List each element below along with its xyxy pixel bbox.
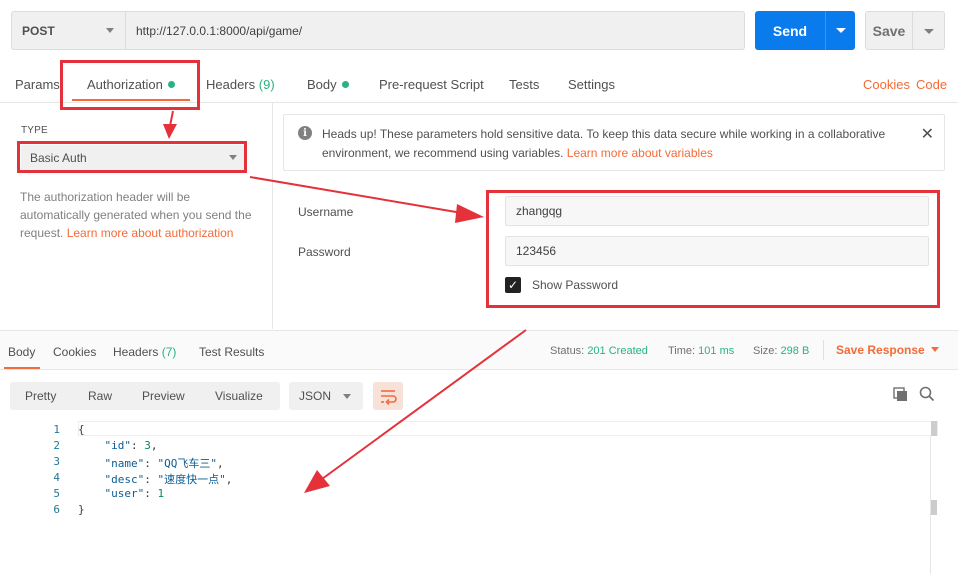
json-value: 1 bbox=[157, 487, 165, 500]
method-select[interactable]: POST bbox=[11, 11, 126, 50]
code-line: "desc": "速度快一点", bbox=[104, 473, 233, 486]
time-label: Time: bbox=[668, 345, 696, 357]
tab-params[interactable]: Params bbox=[15, 77, 60, 92]
annotation-arrow-head bbox=[455, 204, 484, 223]
save-button[interactable]: Save bbox=[865, 11, 913, 50]
copy-icon[interactable] bbox=[893, 387, 909, 403]
wrap-lines-button[interactable] bbox=[373, 382, 403, 410]
tab-tests[interactable]: Tests bbox=[509, 77, 539, 92]
json-key: "id" bbox=[104, 439, 132, 452]
code-line: "name": "QQ飞车三", bbox=[104, 457, 224, 470]
annotation-box-authorization bbox=[60, 60, 200, 110]
learn-more-variables-link[interactable]: Learn more about variables bbox=[567, 146, 713, 160]
save-response-label: Save Response bbox=[836, 343, 925, 357]
tab-body-label: Body bbox=[307, 77, 337, 92]
annotation-arrow-head bbox=[163, 124, 177, 139]
line-number: 2 bbox=[53, 439, 60, 452]
size-value: 298 B bbox=[780, 345, 810, 357]
line-number: 6 bbox=[53, 503, 60, 516]
tab-pre-request-script[interactable]: Pre-request Script bbox=[379, 77, 484, 92]
preview-button[interactable]: Preview bbox=[142, 389, 185, 403]
pretty-button[interactable]: Pretty bbox=[25, 389, 56, 403]
code-line: "user": 1 bbox=[104, 487, 165, 500]
format-select[interactable]: JSON bbox=[289, 382, 363, 410]
method-value: POST bbox=[22, 23, 55, 38]
sensitive-data-notice: i Heads up! These parameters hold sensit… bbox=[283, 114, 945, 171]
save-response-button[interactable]: Save Response bbox=[836, 343, 939, 357]
headers-count: (9) bbox=[258, 77, 275, 92]
time-value: 101 ms bbox=[698, 345, 735, 357]
active-dot-icon bbox=[341, 81, 349, 88]
json-key: "name" bbox=[104, 457, 145, 470]
annotation-box-auth-type bbox=[17, 141, 247, 173]
json-value: 3 bbox=[144, 439, 151, 452]
url-input[interactable]: http://127.0.0.1:8000/api/game/ bbox=[125, 11, 745, 50]
learn-more-authorization-link[interactable]: Learn more about authorization bbox=[67, 226, 234, 240]
code-line: "id": 3, bbox=[104, 439, 158, 452]
code-link[interactable]: Code bbox=[916, 77, 947, 92]
response-active-tab-indicator bbox=[4, 367, 40, 369]
response-tab-headers[interactable]: Headers (7) bbox=[113, 345, 176, 359]
code-line: { bbox=[78, 423, 85, 436]
json-key: "desc" bbox=[104, 473, 145, 486]
auth-type-label: TYPE bbox=[21, 125, 48, 136]
line-number: 1 bbox=[53, 423, 60, 436]
chevron-down-icon bbox=[106, 28, 114, 33]
chevron-down-icon bbox=[924, 29, 934, 34]
save-options-button[interactable] bbox=[913, 11, 945, 50]
tab-settings[interactable]: Settings bbox=[568, 77, 615, 92]
chevron-down-icon bbox=[930, 347, 939, 352]
cookies-link[interactable]: Cookies bbox=[863, 77, 910, 92]
response-headers-label: Headers bbox=[113, 345, 159, 359]
visualize-button[interactable]: Visualize bbox=[215, 389, 263, 403]
editor-scrollbar-thumb[interactable] bbox=[931, 500, 937, 515]
response-divider bbox=[823, 340, 824, 360]
chevron-down-icon bbox=[836, 28, 846, 33]
size-readout: Size: 298 B bbox=[753, 345, 809, 357]
tab-headers-label: Headers bbox=[206, 77, 256, 92]
line-number: 3 bbox=[53, 455, 60, 468]
password-label: Password bbox=[298, 245, 351, 259]
tab-headers[interactable]: Headers (9) bbox=[206, 77, 275, 92]
format-select-value: JSON bbox=[299, 389, 332, 403]
response-headers-count: (7) bbox=[161, 345, 177, 359]
size-label: Size: bbox=[753, 345, 778, 357]
status-readout: Status: 201 Created bbox=[550, 345, 648, 357]
time-readout: Time: 101 ms bbox=[668, 345, 734, 357]
send-button[interactable]: Send bbox=[755, 11, 825, 50]
response-tab-test-results[interactable]: Test Results bbox=[199, 345, 264, 359]
response-tab-cookies[interactable]: Cookies bbox=[53, 345, 96, 359]
wrap-lines-icon bbox=[381, 390, 397, 406]
line-number: 4 bbox=[53, 471, 60, 484]
username-label: Username bbox=[298, 205, 354, 219]
info-icon: i bbox=[298, 126, 312, 140]
send-options-button[interactable] bbox=[825, 11, 855, 50]
close-icon[interactable]: ✕ bbox=[921, 124, 934, 144]
status-label: Status: bbox=[550, 345, 585, 357]
annotation-arrow-head bbox=[304, 470, 330, 493]
panel-divider bbox=[272, 102, 273, 329]
code-line: } bbox=[78, 503, 85, 516]
json-key: "user" bbox=[104, 487, 145, 500]
annotation-arrow-line bbox=[249, 176, 463, 214]
response-tab-body[interactable]: Body bbox=[8, 345, 35, 359]
json-value: "速度快一点" bbox=[157, 473, 226, 486]
notice-text: Heads up! These parameters hold sensitiv… bbox=[322, 125, 922, 163]
status-value: 201 Created bbox=[587, 345, 648, 357]
line-number: 5 bbox=[53, 487, 60, 500]
tab-body[interactable]: Body bbox=[307, 77, 349, 92]
current-line-highlight bbox=[78, 421, 938, 436]
chevron-down-icon bbox=[343, 394, 351, 399]
auth-description: The authorization header will be automat… bbox=[20, 188, 260, 242]
annotation-box-credentials bbox=[486, 190, 940, 308]
search-icon[interactable] bbox=[919, 386, 935, 402]
editor-scrollbar-top[interactable] bbox=[931, 421, 937, 436]
raw-button[interactable]: Raw bbox=[88, 389, 112, 403]
json-value: "QQ飞车三" bbox=[157, 457, 218, 470]
annotation-arrow-line bbox=[169, 110, 174, 127]
